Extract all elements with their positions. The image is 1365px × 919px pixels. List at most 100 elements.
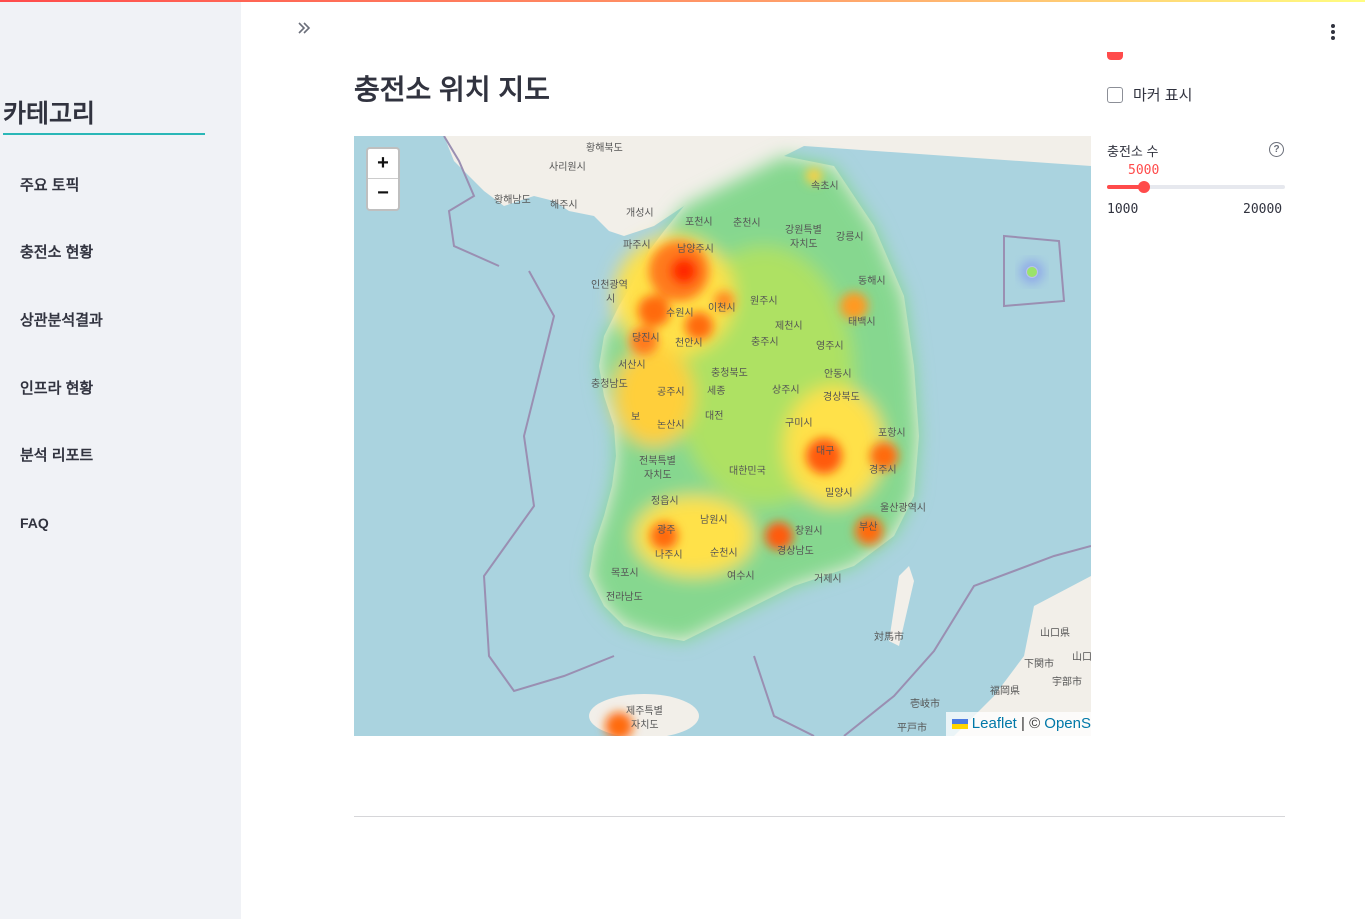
map-zoom-control: + − [366, 147, 400, 211]
map-label: 상주시 [772, 384, 800, 396]
map-label: 여수시 [727, 570, 755, 582]
slider-max-value: 20000 [1243, 202, 1283, 217]
zoom-in-button[interactable]: + [368, 149, 398, 179]
maritime-boundary-west [443, 136, 615, 693]
sidebar-title: 카테고리 [3, 100, 96, 128]
map-label: 제천시 [775, 320, 803, 332]
map-label: 논산시 [657, 419, 685, 431]
map-label: 전북특별 [639, 455, 676, 467]
sidebar-item-station-status[interactable]: 충전소 현황 [20, 241, 93, 262]
map-label: 당진시 [632, 332, 660, 344]
map-label: 남원시 [700, 514, 728, 526]
map-label: 강원특별 [785, 224, 822, 236]
map-label: 원주시 [750, 295, 778, 307]
map-label: 부산 [859, 521, 877, 533]
map-label: 해주시 [550, 198, 578, 211]
map-label: 충청남도 [591, 378, 628, 390]
map-label: 구미시 [785, 417, 813, 429]
map-label: 山口県 [1040, 627, 1070, 639]
map-label: 남양주시 [677, 243, 714, 255]
map-label: 대구 [816, 445, 834, 457]
map-label: 경상남도 [777, 544, 814, 557]
map-label: 황해북도 [586, 141, 623, 154]
map-label: 자치도 [644, 469, 672, 481]
map-label: 인천광역 [591, 279, 628, 291]
map-label: 거제시 [814, 573, 842, 585]
zoom-out-button[interactable]: − [368, 179, 398, 208]
map-canvas: 황해북도 사리원시 황해남도 해주시 개성시 포천시 춘천시 강원특별 자치도 … [443, 136, 1091, 736]
slider-label: 충전소 수 [1107, 144, 1159, 159]
page-title: 충전소 위치 지도 [354, 74, 550, 105]
map-label: 목포시 [611, 567, 639, 579]
map-label: 対馬市 [874, 630, 904, 643]
map-label: 山口 [1072, 651, 1091, 663]
map-label: 平戸市 [897, 721, 927, 734]
map-label: 나주시 [655, 549, 683, 561]
map-label: 보 [631, 411, 640, 423]
map-label: 충청북도 [711, 367, 748, 379]
ulleungdo-heat-core [1027, 267, 1037, 277]
sidebar: 카테고리 주요 토픽 충전소 현황 상관분석결과 인프라 현황 분석 리포트 F… [0, 2, 241, 919]
map-label: 경주시 [869, 463, 897, 476]
marker-checkbox[interactable]: 마커 표시 [1107, 84, 1192, 105]
map-label: 수원시 [666, 307, 694, 319]
map-label: 전라남도 [606, 591, 643, 603]
map-label: 파주시 [623, 239, 651, 251]
station-count-slider[interactable] [1107, 181, 1285, 193]
map-label: 포천시 [685, 216, 713, 228]
sidebar-item-faq[interactable]: FAQ [20, 515, 49, 531]
help-icon[interactable]: ? [1269, 142, 1284, 157]
kebab-menu-icon[interactable] [1325, 20, 1341, 40]
map-label: 울산광역시 [880, 502, 926, 514]
map-label: 정읍시 [651, 495, 679, 507]
map-label: 시 [606, 293, 615, 305]
map-label: 서산시 [618, 359, 646, 371]
map-label: 포항시 [878, 427, 906, 439]
station-heatmap-map[interactable]: 황해북도 사리원시 황해남도 해주시 개성시 포천시 춘천시 강원특별 자치도 … [354, 136, 1091, 736]
map-label: 태백시 [848, 316, 876, 328]
map-label: 福岡県 [990, 684, 1020, 697]
map-label: 제주특별 [626, 705, 663, 717]
map-label: 춘천시 [733, 217, 761, 229]
map-label: 천안시 [675, 337, 703, 349]
sidebar-title-underline [3, 133, 205, 135]
map-label: 개성시 [626, 207, 654, 219]
map-label: 속초시 [811, 180, 839, 192]
leaflet-link[interactable]: Leaflet [972, 715, 1017, 732]
map-label: 대한민국 [729, 465, 766, 477]
map-attribution: Leaflet | © OpenS [945, 712, 1091, 736]
map-label: 순천시 [710, 547, 738, 559]
map-label: 세종 [707, 385, 725, 397]
marker-checkbox-label: 마커 표시 [1133, 87, 1193, 104]
partial-checkbox-above[interactable] [1107, 52, 1123, 60]
sidebar-item-main-topics[interactable]: 주요 토픽 [20, 174, 79, 195]
map-label: 宇部市 [1052, 675, 1082, 688]
map-label: 창원시 [795, 525, 823, 537]
sidebar-item-infra-status[interactable]: 인프라 현황 [20, 377, 93, 398]
sidebar-item-analysis-report[interactable]: 분석 리포트 [20, 444, 93, 465]
double-chevron-right-icon[interactable] [296, 20, 312, 41]
map-label: 사리원시 [549, 161, 586, 173]
map-label: 강릉시 [836, 231, 864, 243]
map-label: 공주시 [657, 386, 685, 398]
map-label: 下関市 [1024, 657, 1054, 670]
map-label: 영주시 [816, 340, 844, 352]
section-divider [354, 816, 1285, 817]
map-label: 경상북도 [823, 390, 860, 403]
attribution-separator: | © [1016, 715, 1045, 732]
sidebar-item-correlation-results[interactable]: 상관분석결과 [20, 309, 103, 330]
map-label: 황해남도 [494, 193, 531, 206]
slider-thumb[interactable] [1138, 181, 1150, 193]
slider-min-value: 1000 [1107, 202, 1139, 217]
map-label: 이천시 [708, 302, 736, 314]
slider-current-value: 5000 [1128, 163, 1160, 178]
map-label: 자치도 [631, 719, 659, 731]
map-label: 밀양시 [825, 487, 853, 499]
map-label: 壱岐市 [910, 697, 940, 710]
map-label: 동해시 [858, 274, 886, 287]
map-label: 광주 [657, 524, 675, 536]
openstreetmap-link[interactable]: OpenS [1044, 715, 1091, 732]
map-label: 충주시 [751, 336, 779, 348]
marker-checkbox-box[interactable] [1107, 86, 1123, 103]
map-label: 자치도 [790, 238, 818, 250]
